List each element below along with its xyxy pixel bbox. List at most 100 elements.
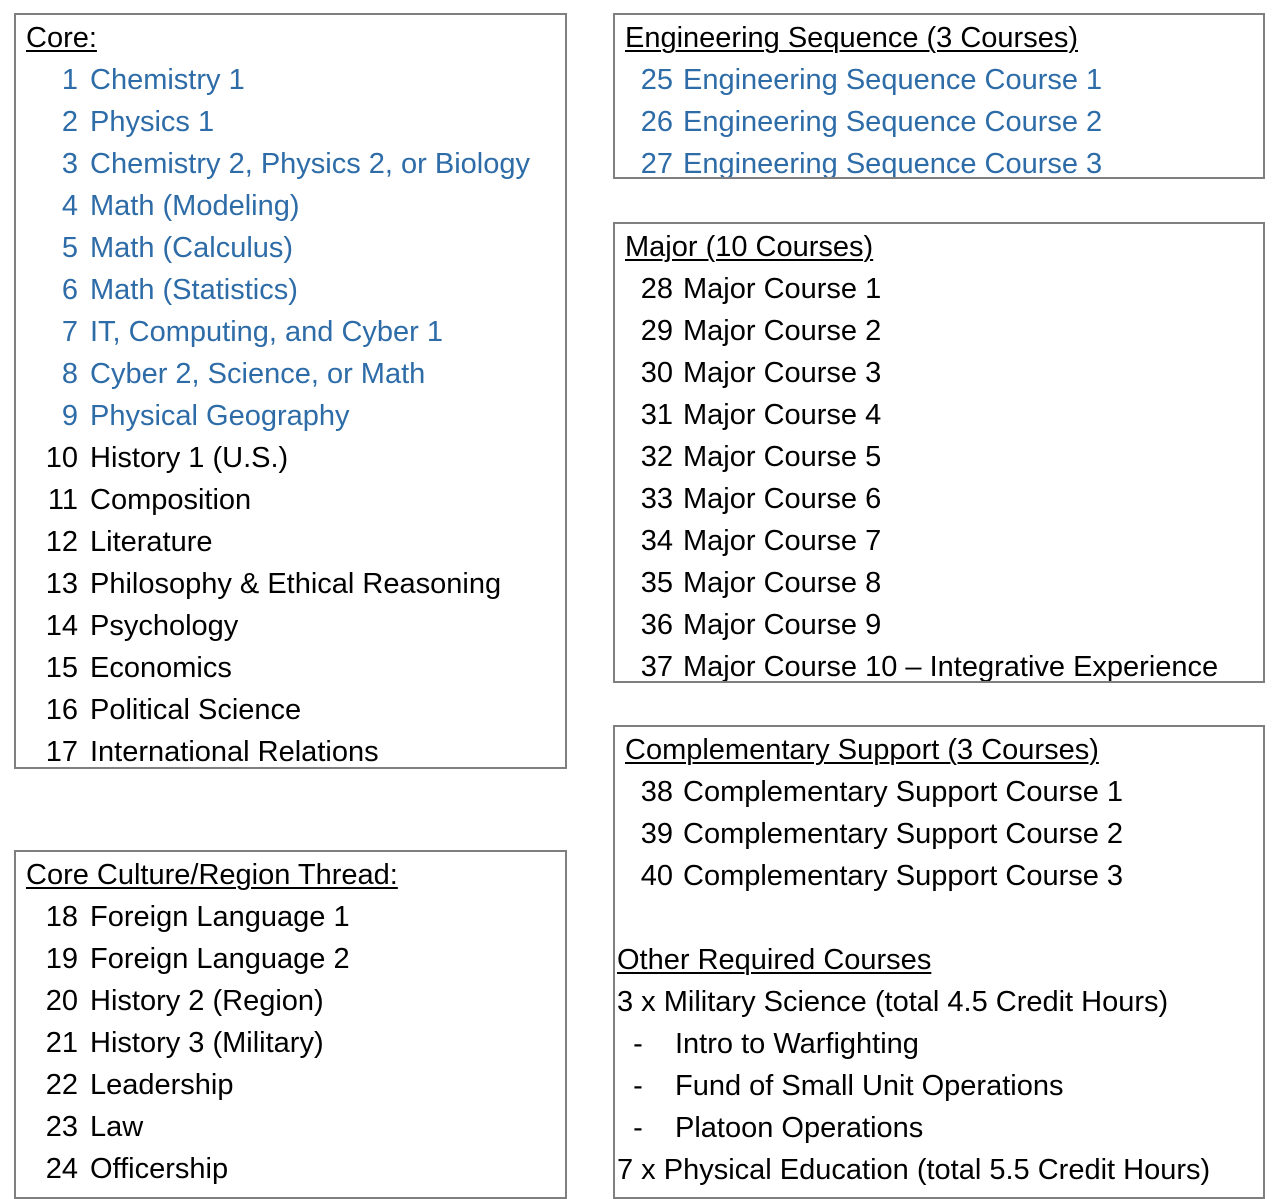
course-number: 13 xyxy=(45,568,78,600)
course-number: 18 xyxy=(45,901,78,933)
course-title: Physics 1 xyxy=(90,106,215,138)
course-row: 17 International Relations xyxy=(16,731,565,768)
course-row: 33 Major Course 6 xyxy=(615,478,1263,520)
course-number: 37 xyxy=(640,651,673,683)
military-science-item-label: Platoon Operations xyxy=(675,1112,924,1144)
military-science-item-label: Intro to Warfighting xyxy=(675,1028,919,1060)
military-science-item-list: - Intro to Warfighting - Fund of Small Unit… xyxy=(615,1023,1263,1149)
course-number: 29 xyxy=(640,315,673,347)
course-row: 40 Complementary Support Course 3 xyxy=(615,855,1263,897)
course-row: 19 Foreign Language 2 xyxy=(16,938,565,980)
course-number: 31 xyxy=(640,399,673,431)
core-heading: Core: xyxy=(16,15,565,59)
course-row: 20 History 2 (Region) xyxy=(16,980,565,1022)
course-number: 40 xyxy=(640,860,673,892)
course-title: Math (Modeling) xyxy=(90,190,300,222)
course-title: International Relations xyxy=(90,736,379,768)
course-row: 10 History 1 (U.S.) xyxy=(16,437,565,479)
course-number: 16 xyxy=(45,694,78,726)
course-number: 26 xyxy=(640,106,673,138)
course-number: 27 xyxy=(640,148,673,179)
major-heading-text: Major (10 Courses) xyxy=(625,231,874,263)
course-number: 39 xyxy=(640,818,673,850)
course-requirements-diagram: Core: 1 Chemistry 1 2 Physics 1 3 Chemistry 2… xyxy=(0,0,1281,1199)
course-number: 2 xyxy=(61,106,78,138)
course-title: IT, Computing, and Cyber 1 xyxy=(90,316,444,348)
course-number: 38 xyxy=(640,776,673,808)
course-row: 23 Law xyxy=(16,1106,565,1148)
engineering-sequence-heading-text: Engineering Sequence (3 Courses) xyxy=(625,22,1078,54)
core-culture-region-thread-box: Core Culture/Region Thread: 18 Foreign La… xyxy=(14,850,567,1199)
bullet-dash-icon: - xyxy=(633,1028,643,1060)
course-title: Major Course 2 xyxy=(683,315,882,347)
course-title: Major Course 10 – Integrative Experience xyxy=(683,651,1219,683)
course-number: 3 xyxy=(61,148,78,180)
course-row: 12 Literature xyxy=(16,521,565,563)
core-culture-heading: Core Culture/Region Thread: xyxy=(16,852,565,896)
course-number: 6 xyxy=(61,274,78,306)
course-row: 6 Math (Statistics) xyxy=(16,269,565,311)
course-title: Major Course 7 xyxy=(683,525,882,557)
course-number: 1 xyxy=(61,64,78,96)
course-row: 39 Complementary Support Course 2 xyxy=(615,813,1263,855)
military-science-item: - Intro to Warfighting xyxy=(615,1023,1263,1065)
course-title: Foreign Language 1 xyxy=(90,901,350,933)
course-title: Major Course 6 xyxy=(683,483,882,515)
course-row: 24 Officership xyxy=(16,1148,565,1190)
course-title: Math (Statistics) xyxy=(90,274,298,306)
physical-education-line: 7 x Physical Education (total 5.5 Credit… xyxy=(617,1154,1211,1186)
engineering-sequence-box: Engineering Sequence (3 Courses) 25 Engin… xyxy=(613,13,1265,179)
complementary-support-box: Complementary Support (3 Courses) 38 Comp… xyxy=(613,725,1265,1199)
course-number: 34 xyxy=(640,525,673,557)
course-number: 8 xyxy=(61,358,78,390)
course-row: 15 Economics xyxy=(16,647,565,689)
course-title: Psychology xyxy=(90,610,239,642)
course-row: 9 Physical Geography xyxy=(16,395,565,437)
military-science-item: - Platoon Operations xyxy=(615,1107,1263,1149)
bullet-dash-icon: - xyxy=(633,1070,643,1102)
course-title: History 3 (Military) xyxy=(90,1027,324,1059)
course-row: 28 Major Course 1 xyxy=(615,268,1263,310)
course-number: 24 xyxy=(45,1153,78,1185)
course-number: 20 xyxy=(45,985,78,1017)
course-title: Complementary Support Course 1 xyxy=(683,776,1124,808)
course-number: 12 xyxy=(45,526,78,558)
course-title: Composition xyxy=(90,484,252,516)
course-title: Major Course 4 xyxy=(683,399,882,431)
course-title: Engineering Sequence Course 3 xyxy=(683,148,1103,179)
engineering-sequence-course-list: 25 Engineering Sequence Course 1 26 Enginee… xyxy=(615,59,1263,179)
course-number: 9 xyxy=(61,400,78,432)
course-number: 36 xyxy=(640,609,673,641)
course-title: Physical Geography xyxy=(90,400,350,432)
course-row: 26 Engineering Sequence Course 2 xyxy=(615,101,1263,143)
course-title: Major Course 1 xyxy=(683,273,882,305)
course-row: 29 Major Course 2 xyxy=(615,310,1263,352)
bullet-dash-icon: - xyxy=(633,1112,643,1144)
course-row: 1 Chemistry 1 xyxy=(16,59,565,101)
course-title: Major Course 9 xyxy=(683,609,882,641)
course-number: 32 xyxy=(640,441,673,473)
course-row: 5 Math (Calculus) xyxy=(16,227,565,269)
course-row: 35 Major Course 8 xyxy=(615,562,1263,604)
course-title: Foreign Language 2 xyxy=(90,943,350,975)
course-row: 25 Engineering Sequence Course 1 xyxy=(615,59,1263,101)
complementary-support-heading: Complementary Support (3 Courses) xyxy=(615,727,1263,771)
course-number: 14 xyxy=(45,610,78,642)
core-course-list: 1 Chemistry 1 2 Physics 1 3 Chemistry 2, Phys… xyxy=(16,59,565,768)
course-row: 3 Chemistry 2, Physics 2, or Biology xyxy=(16,143,565,185)
course-number: 33 xyxy=(640,483,673,515)
course-title: Math (Calculus) xyxy=(90,232,294,264)
course-title: Economics xyxy=(90,652,232,684)
course-row: 4 Math (Modeling) xyxy=(16,185,565,227)
course-row: 8 Cyber 2, Science, or Math xyxy=(16,353,565,395)
military-science-item: - Fund of Small Unit Operations xyxy=(615,1065,1263,1107)
course-row: 14 Psychology xyxy=(16,605,565,647)
course-number: 28 xyxy=(640,273,673,305)
engineering-sequence-heading: Engineering Sequence (3 Courses) xyxy=(615,15,1263,59)
course-number: 23 xyxy=(45,1111,78,1143)
course-title: Law xyxy=(90,1111,144,1143)
course-title: History 1 (U.S.) xyxy=(90,442,289,474)
complementary-support-course-list: 38 Complementary Support Course 1 39 Comple… xyxy=(615,771,1263,897)
course-title: Cyber 2, Science, or Math xyxy=(90,358,426,390)
